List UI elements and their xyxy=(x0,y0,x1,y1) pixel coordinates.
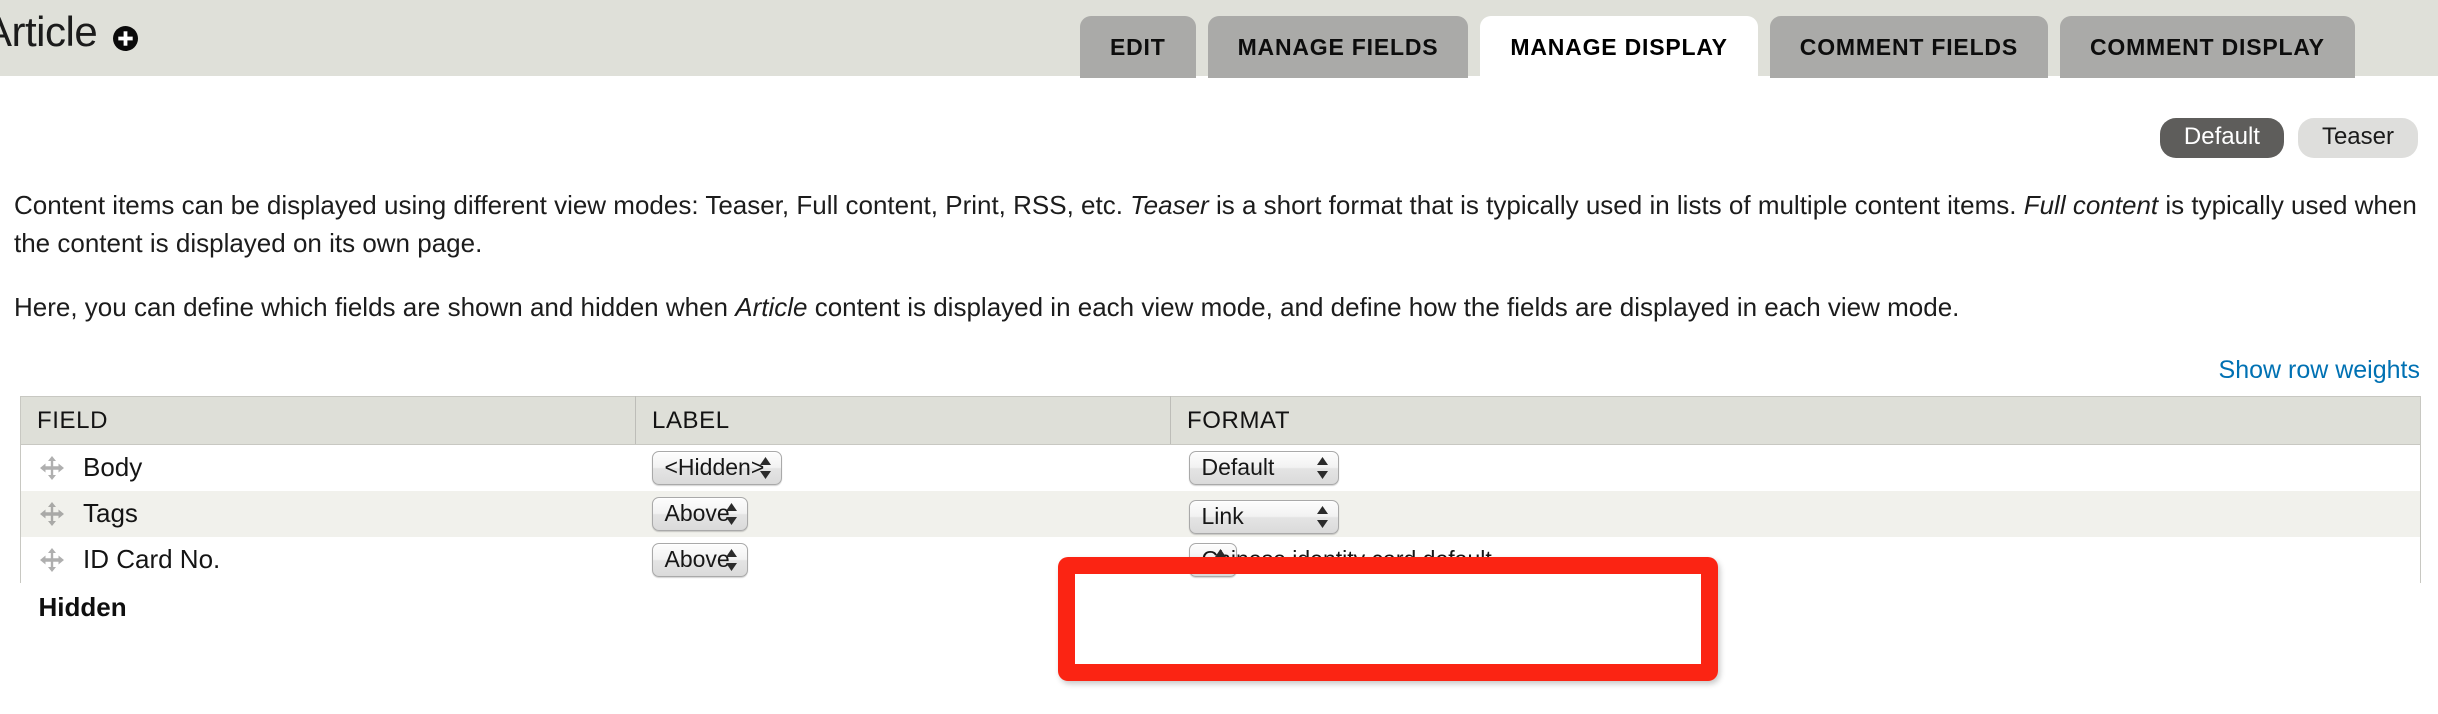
field-cell-id-card-no: ID Card No. xyxy=(21,544,636,575)
tab-comment-fields[interactable]: COMMENT FIELDS xyxy=(1769,16,2048,78)
table-row: ID Card No. Above Chinese identity card … xyxy=(20,536,2421,583)
plus-circle-icon[interactable] xyxy=(112,25,139,52)
column-header-format: FORMAT xyxy=(1170,396,2421,445)
label-select-wrapper-id-card-no: Above xyxy=(636,542,1171,577)
view-mode-switcher: Default Teaser xyxy=(2159,118,2418,158)
row-tags-field-cell: Tags xyxy=(20,490,636,537)
desc-p2-text-2: content is displayed in each view mode, … xyxy=(807,292,1960,322)
format-select-id-card-no-value: Chinese identity card default xyxy=(1201,546,1492,572)
show-row-weights-link[interactable]: Show row weights xyxy=(2219,356,2420,385)
field-name-id-card-no: ID Card No. xyxy=(83,544,221,574)
format-select-tags-value: Link xyxy=(1201,503,1244,529)
tab-comment-display[interactable]: COMMENT DISPLAY xyxy=(2059,16,2355,78)
hidden-section-label: Hidden xyxy=(38,592,127,622)
view-mode-teaser[interactable]: Teaser xyxy=(2297,118,2418,158)
desc-p1-text-1: Content items can be displayed using dif… xyxy=(14,190,1131,220)
tab-manage-display[interactable]: MANAGE DISPLAY xyxy=(1480,16,1758,78)
stepper-arrows-icon xyxy=(1214,548,1227,572)
label-select-tags-value: Above xyxy=(664,500,730,526)
format-select-body-value: Default xyxy=(1201,454,1275,481)
table-row: Tags Above Link xyxy=(20,490,2421,537)
desc-p2-emphasis-article: Article xyxy=(735,292,808,322)
desc-p1-emphasis-teaser: Teaser xyxy=(1130,190,1209,220)
row-tags-label-cell: Above xyxy=(635,490,1171,537)
format-select-wrapper-body: Default xyxy=(1171,450,2421,485)
format-select-body[interactable]: Default xyxy=(1188,450,1339,485)
page-title: Article xyxy=(0,8,98,55)
move-handle-icon[interactable] xyxy=(39,455,65,481)
table-body: Body <Hidden> Default Tags Above Link ID… xyxy=(20,444,2421,633)
tab-manage-fields[interactable]: MANAGE FIELDS xyxy=(1207,16,1469,78)
desc-p2-text-1: Here, you can define which fields are sh… xyxy=(14,292,736,322)
field-name-tags: Tags xyxy=(83,498,138,528)
table-section-hidden: Hidden xyxy=(20,582,2421,633)
row-id-card-no-field-cell: ID Card No. xyxy=(20,536,636,583)
row-id-card-no-format-cell: Chinese identity card default xyxy=(1170,536,2421,583)
table-header-row: FIELD LABEL FORMAT xyxy=(20,396,2421,445)
format-select-tags[interactable]: Link xyxy=(1188,499,1339,534)
format-select-wrapper-tags: Link xyxy=(1171,491,2421,537)
stepper-arrows-icon xyxy=(725,548,738,572)
desc-p1-text-2: is a short format that is typically used… xyxy=(1208,190,2024,220)
table-header: FIELD LABEL FORMAT xyxy=(20,396,2421,445)
stepper-arrows-icon xyxy=(759,456,772,480)
label-select-body[interactable]: <Hidden> xyxy=(651,450,782,485)
column-header-label-label: LABEL xyxy=(652,406,730,434)
desc-p1-emphasis-full-content: Full content xyxy=(2023,190,2159,220)
move-handle-icon[interactable] xyxy=(39,547,65,573)
field-cell-tags: Tags xyxy=(21,498,636,529)
row-tags-format-cell: Link xyxy=(1170,490,2421,537)
row-body-format-cell: Default xyxy=(1170,444,2421,491)
label-select-body-value: <Hidden> xyxy=(664,454,765,481)
stepper-arrows-icon xyxy=(725,502,738,526)
label-select-tags[interactable]: Above xyxy=(651,496,748,531)
tab-edit[interactable]: EDIT xyxy=(1080,16,1196,78)
manage-display-table: FIELD LABEL FORMAT Body <Hidden> Default… xyxy=(20,396,2421,633)
move-handle-icon[interactable] xyxy=(39,501,65,527)
primary-tabs: EDIT MANAGE FIELDS MANAGE DISPLAY COMMEN… xyxy=(1080,16,2355,78)
table-row: Body <Hidden> Default xyxy=(20,444,2421,491)
page-description: Content items can be displayed using dif… xyxy=(14,186,2424,352)
field-name-body: Body xyxy=(83,452,143,483)
stepper-arrows-icon xyxy=(1316,456,1329,480)
stepper-arrows-icon xyxy=(1316,505,1329,529)
column-header-field: FIELD xyxy=(20,396,636,445)
field-cell-body: Body xyxy=(21,452,636,483)
column-header-field-label: FIELD xyxy=(37,406,109,434)
view-mode-default[interactable]: Default xyxy=(2159,118,2284,158)
page-header-band: Article EDIT MANAGE FIELDS MANAGE DISPLA… xyxy=(0,0,2438,78)
label-select-wrapper-body: <Hidden> xyxy=(636,450,1171,485)
row-body-label-cell: <Hidden> xyxy=(635,444,1171,491)
format-select-id-card-no[interactable]: Chinese identity card default xyxy=(1188,542,1492,577)
column-header-label: LABEL xyxy=(635,396,1171,445)
row-id-card-no-label-cell: Above xyxy=(635,536,1171,583)
label-select-id-card-no-value: Above xyxy=(664,546,730,572)
column-header-format-label: FORMAT xyxy=(1187,406,1291,434)
label-select-wrapper-tags: Above xyxy=(636,496,1171,531)
label-select-id-card-no[interactable]: Above xyxy=(651,542,748,577)
hidden-section-cell: Hidden xyxy=(20,582,2421,633)
description-paragraph-1: Content items can be displayed using dif… xyxy=(14,186,2424,262)
row-body-field-cell: Body xyxy=(20,444,636,491)
description-paragraph-2: Here, you can define which fields are sh… xyxy=(14,288,2424,326)
format-select-wrapper-id-card-no: Chinese identity card default xyxy=(1171,542,2421,577)
